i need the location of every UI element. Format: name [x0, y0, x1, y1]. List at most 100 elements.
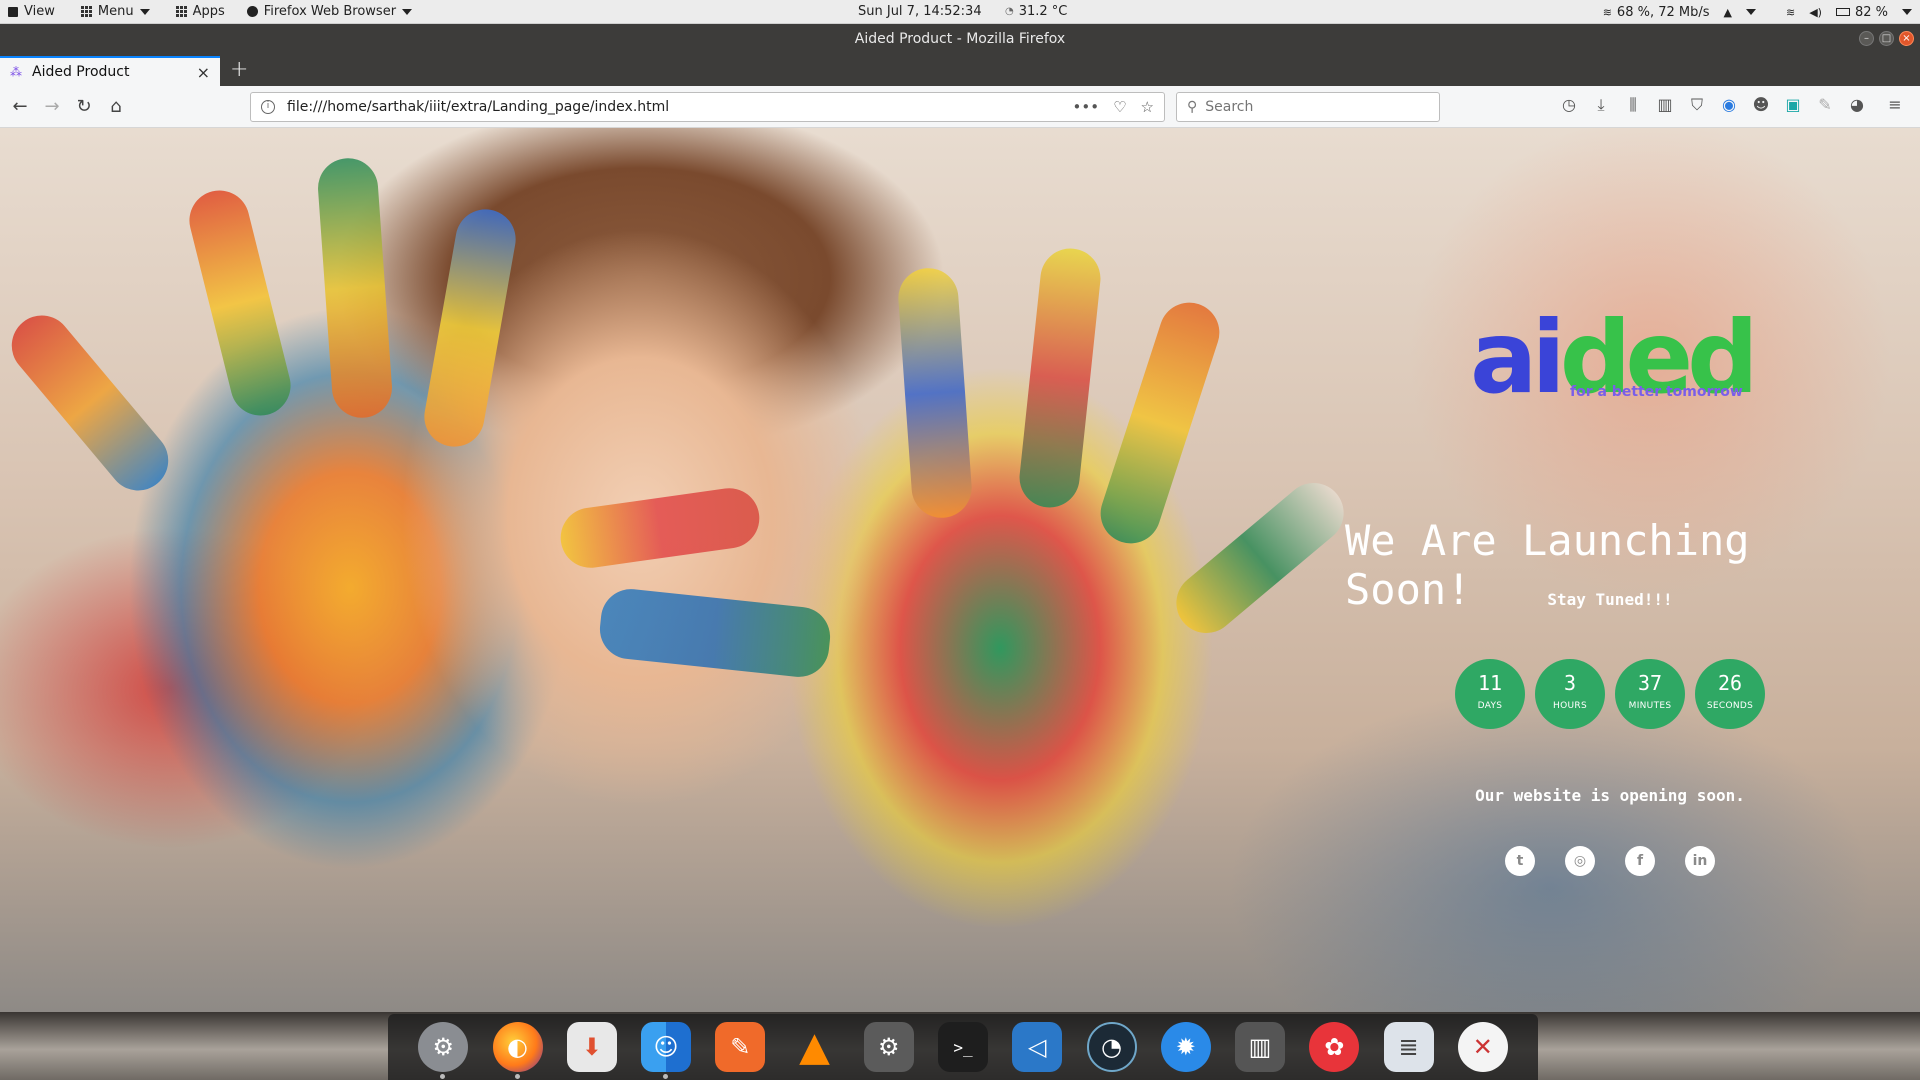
countdown-value: 26 [1717, 671, 1743, 695]
url-bar[interactable]: i file:///home/sarthak/iiit/extra/Landin… [250, 92, 1165, 122]
battery-value: 82 % [1854, 4, 1888, 20]
volume-icon[interactable]: ◀) [1809, 6, 1822, 19]
instagram-icon[interactable]: ◎ [1565, 846, 1595, 876]
history-icon[interactable]: ◷ [1560, 95, 1578, 115]
site-info-icon[interactable]: i [261, 100, 275, 114]
firefox-small-icon [246, 6, 258, 17]
settings-gear-icon[interactable]: ⚙ [863, 1022, 914, 1072]
forward-button[interactable]: → [40, 95, 64, 119]
software-center-icon[interactable]: ✿ [1309, 1022, 1360, 1072]
active-app-menu[interactable]: Firefox Web Browser [239, 0, 420, 24]
search-input[interactable] [1205, 99, 1406, 115]
menu-grid-icon [80, 6, 92, 17]
countdown-value: 11 [1477, 671, 1503, 695]
search-icon: ⚲ [1187, 99, 1198, 115]
firefox-icon[interactable]: ◐ [492, 1022, 543, 1079]
preferences-icon[interactable]: ✹ [1160, 1022, 1211, 1072]
landing-page: aided for a better tomorrow We Are Launc… [0, 128, 1920, 1012]
close-window-button[interactable]: × [1899, 31, 1914, 46]
countdown-hours: 3 HOURS [1535, 659, 1605, 729]
dropbox-icon[interactable]: ▲ [1724, 6, 1732, 19]
downloads-icon[interactable]: ⤓ [1592, 95, 1610, 115]
countdown-seconds: 26 SECONDS [1695, 659, 1765, 729]
shield-icon[interactable]: ⛉ [1688, 95, 1706, 115]
apps-menu[interactable]: Apps [168, 0, 233, 24]
toolbar-actions: ◷ ⤓ ⫼ ▥ ⛉ ◉ ☻ ▣ ✎ ◕ ≡ [1560, 95, 1904, 115]
aided-logo: aided for a better tomorrow [1470, 308, 1759, 418]
database-icon[interactable]: ≣ [1383, 1022, 1434, 1072]
logo-tagline: for a better tomorrow [1570, 384, 1743, 400]
countdown-value: 37 [1637, 671, 1663, 695]
social-links: t ◎ f in [1505, 846, 1715, 876]
back-button[interactable]: ← [8, 95, 32, 119]
window-controls: – □ × [1859, 31, 1914, 46]
reload-button[interactable]: ↻ [72, 95, 96, 119]
sidebar-icon[interactable]: ▥ [1656, 95, 1674, 115]
countdown-label: DAYS [1477, 701, 1503, 711]
active-app-label: Firefox Web Browser [263, 4, 397, 19]
vlc-icon[interactable]: ▲ [790, 1022, 840, 1072]
view-label: View [24, 4, 55, 19]
battery-icon [1835, 8, 1850, 16]
terminal-icon[interactable]: >_ [938, 1022, 988, 1072]
wifi-icon: ≋ [1602, 5, 1612, 19]
clock[interactable]: Sun Jul 7, 14:52:34 [858, 4, 982, 19]
network-indicator[interactable]: ≋ 68 %, 72 Mb/s [1603, 5, 1710, 20]
linkedin-icon[interactable]: in [1685, 846, 1715, 876]
menu-label: Menu [97, 4, 134, 19]
chevron-down-icon[interactable] [1745, 9, 1756, 15]
countdown-timer: 11 DAYS 3 HOURS 37 MINUTES 26 SECONDS [1455, 659, 1765, 729]
stacer-icon[interactable]: ◔ [1086, 1022, 1137, 1072]
system-tray: ≋ 68 %, 72 Mb/s ▲ ≋ ◀) 82 % [1603, 0, 1912, 24]
minimize-button[interactable]: – [1859, 31, 1874, 46]
window-icon [8, 6, 18, 17]
bookmark-star-icon[interactable]: ☆ [1141, 98, 1154, 116]
home-button[interactable]: ⌂ [104, 95, 128, 119]
extension-blue-icon[interactable]: ◉ [1720, 95, 1738, 115]
pen-icon[interactable]: ✎ [1816, 95, 1834, 115]
network-speed: 68 %, 72 Mb/s [1616, 4, 1710, 20]
apps-label: Apps [192, 4, 225, 19]
thermometer-icon: ◔ [1005, 6, 1014, 17]
twitter-icon[interactable]: t [1505, 846, 1535, 876]
temperature-indicator[interactable]: ◔ 31.2 °C [1005, 4, 1067, 19]
window-titlebar[interactable]: Aided Product - Mozilla Firefox – □ × [0, 24, 1920, 54]
extension-mask-icon[interactable]: ☻ [1752, 95, 1770, 115]
apps-grid-icon [175, 6, 187, 17]
finder-icon[interactable]: ☺ [641, 1022, 691, 1079]
pocket-icon[interactable]: ♡ [1113, 98, 1126, 116]
tools-icon[interactable]: ✕ [1457, 1022, 1508, 1072]
tab-strip: ⁂ Aided Product × + [0, 54, 1920, 86]
system-top-panel: View Menu Apps Firefox Web Browser Sun J… [0, 0, 1920, 24]
countdown-label: SECONDS [1706, 701, 1754, 711]
application-dock: ⚙ ◐ ⬇ ☺ ✎ ▲ ⚙ >_ ◁ ◔ ✹ ▥ ✿ ≣ ✕ [388, 1014, 1538, 1080]
battery-indicator[interactable]: 82 % [1835, 4, 1888, 20]
gimp-icon[interactable]: ✎ [715, 1022, 766, 1072]
piano-icon[interactable]: ▥ [1235, 1022, 1285, 1072]
chevron-down-icon [139, 8, 150, 15]
countdown-days: 11 DAYS [1455, 659, 1525, 729]
wifi-icon[interactable]: ≋ [1786, 6, 1795, 19]
library-icon[interactable]: ⫼ [1624, 95, 1642, 115]
view-menu[interactable]: View [0, 0, 63, 24]
window-title: Aided Product - Mozilla Firefox [854, 31, 1066, 47]
maximize-button[interactable]: □ [1879, 31, 1894, 46]
main-menu[interactable]: Menu [73, 0, 158, 24]
countdown-label: MINUTES [1628, 701, 1672, 711]
hamburger-menu-icon[interactable]: ≡ [1886, 95, 1904, 115]
chevron-down-icon [402, 8, 413, 15]
url-text[interactable]: file:///home/sarthak/iiit/extra/Landing_… [287, 99, 669, 115]
save-icon[interactable]: ▣ [1784, 95, 1802, 115]
new-tab-button[interactable]: + [230, 57, 248, 82]
chevron-down-icon[interactable] [1902, 9, 1912, 15]
account-icon[interactable]: ◕ [1848, 95, 1866, 115]
system-settings-icon[interactable]: ⚙ [418, 1022, 469, 1079]
page-actions-icon[interactable]: ••• [1073, 98, 1100, 116]
tab-label: Aided Product [32, 64, 130, 80]
search-bar[interactable]: ⚲ [1176, 92, 1440, 122]
tab-aided-product[interactable]: ⁂ Aided Product × [0, 56, 220, 86]
vscode-icon[interactable]: ◁ [1012, 1022, 1063, 1072]
facebook-icon[interactable]: f [1625, 846, 1655, 876]
close-tab-icon[interactable]: × [197, 63, 210, 82]
download-manager-icon[interactable]: ⬇ [566, 1022, 617, 1072]
